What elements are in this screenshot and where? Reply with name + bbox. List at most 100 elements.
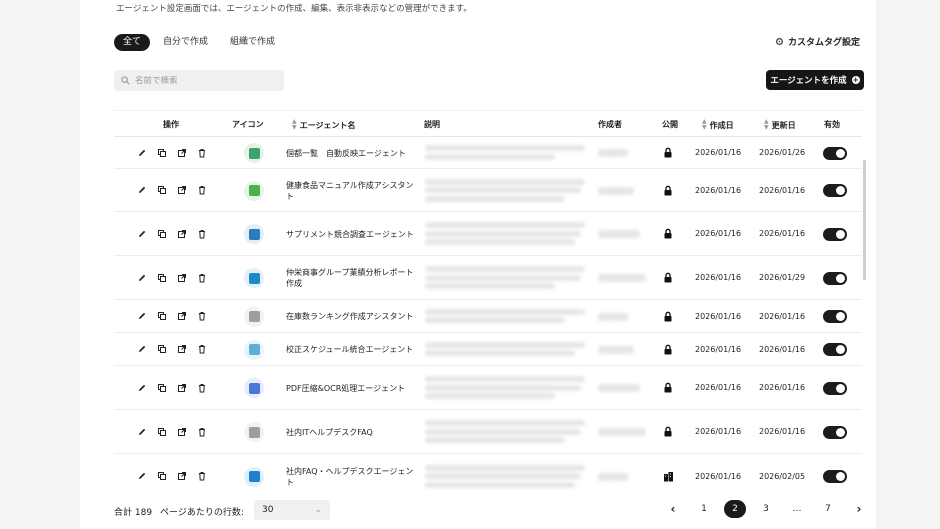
copy-icon[interactable] [156,272,167,283]
description-redacted [425,178,585,185]
agent-name: 在庫数ランキング作成アシスタント [286,312,414,321]
filter-tab-all[interactable]: 全て [114,34,151,51]
copy-icon[interactable] [156,382,167,393]
enabled-toggle[interactable] [823,227,847,241]
edit-icon[interactable] [136,311,147,322]
description-redacted [425,145,585,151]
edit-icon[interactable] [136,185,147,196]
updated-date: 2026/01/16 [759,427,806,436]
edit-icon[interactable] [136,471,147,482]
enabled-toggle[interactable] [823,271,847,285]
table-row: 社内FAQ・ヘルプデスクエージェント 2026/01/16 2026/02/05 [114,454,862,495]
agent-avatar-icon [244,378,264,398]
page-button-3[interactable]: 3 [755,500,777,518]
trash-icon[interactable] [196,272,207,283]
trash-icon[interactable] [196,344,207,355]
external-link-icon[interactable] [176,185,187,196]
edit-icon[interactable] [136,147,147,158]
copy-icon[interactable] [156,185,167,196]
create-agent-button[interactable]: エージェントを作成 + [766,70,864,90]
trash-icon[interactable] [196,382,207,393]
edit-icon[interactable] [136,426,147,437]
description-redacted [425,464,585,471]
external-link-icon[interactable] [176,344,187,355]
updated-date: 2026/01/16 [759,185,806,195]
trash-icon[interactable] [196,228,207,239]
copy-icon[interactable] [156,311,167,322]
search-input[interactable] [135,75,275,86]
external-link-icon[interactable] [176,311,187,322]
next-page-button[interactable]: › [848,500,870,518]
updated-date: 2026/01/16 [759,229,806,238]
agent-avatar-icon [244,339,264,360]
page-description: エージェント設定画面では、エージェントの作成、編集、表示非表示などの管理ができま… [116,4,472,14]
external-link-icon[interactable] [176,147,187,158]
updated-date: 2026/02/05 [759,471,806,481]
external-link-icon[interactable] [176,471,187,482]
external-link-icon[interactable] [176,228,187,239]
edit-icon[interactable] [136,344,147,355]
copy-icon[interactable] [156,471,167,482]
copy-icon[interactable] [156,426,167,437]
enabled-toggle[interactable] [823,381,847,395]
filter-tab-mine[interactable]: 自分で作成 [154,34,217,51]
updated-date: 2026/01/16 [759,344,806,354]
copy-icon[interactable] [156,147,167,158]
enabled-toggle[interactable] [823,310,847,323]
edit-icon[interactable] [136,228,147,239]
creator-redacted [598,186,634,195]
trash-icon[interactable] [196,426,207,437]
description-redacted [425,308,585,315]
description-redacted [425,230,581,237]
external-link-icon[interactable] [176,426,187,437]
table-body: 個都一覧 自動反映エージェント 2026/01/16 2026/01/26 健康食品マ… [114,137,862,495]
rows-per-page-select[interactable]: 30 ⌄ [254,500,330,520]
agent-avatar-glyph [248,147,260,159]
trash-icon[interactable] [196,185,207,196]
created-date: 2026/01/16 [695,229,742,238]
search-box [114,70,284,91]
lock-icon [663,228,673,239]
external-link-icon[interactable] [176,272,187,283]
enabled-toggle[interactable] [823,343,847,356]
edit-icon[interactable] [136,272,147,283]
agent-avatar-icon [244,466,264,487]
filter-tab-org[interactable]: 組織で作成 [221,34,284,51]
updated-date: 2026/01/16 [759,311,806,321]
prev-page-button[interactable]: ‹ [662,500,684,518]
sort-icon: ▲ ▼ [764,118,769,131]
right-gutter [876,0,940,529]
copy-icon[interactable] [156,228,167,239]
agent-name: 社内FAQ・ヘルプデスクエージェント [286,466,414,487]
page-button-1[interactable]: 1 [693,500,715,518]
external-link-icon[interactable] [176,382,187,393]
page-button-2[interactable]: 2 [724,500,746,518]
enabled-toggle[interactable] [823,470,847,483]
description-redacted [425,222,585,228]
row-actions [136,426,207,437]
created-date: 2026/01/16 [695,344,742,354]
enabled-toggle[interactable] [823,425,847,439]
pagination: ‹ 1 2 3 … 7 › [662,500,879,518]
description-redacted [425,420,585,426]
enabled-toggle[interactable] [823,184,847,197]
column-header-updated[interactable]: ▲ ▼ 更新日 [764,119,796,131]
creator-redacted [598,428,646,436]
trash-icon[interactable] [196,311,207,322]
page-button-7[interactable]: 7 [817,500,839,518]
table-scrollbar[interactable] [863,160,866,280]
enabled-toggle[interactable] [823,146,847,160]
custom-tag-settings-button[interactable]: カスタムタグ設定 [775,35,860,48]
trash-icon[interactable] [196,147,207,158]
creator-redacted [598,345,634,354]
trash-icon[interactable] [196,471,207,482]
lock-icon [663,344,673,355]
column-header-name[interactable]: ▲ ▼ エージェント名 [292,119,355,131]
edit-icon[interactable] [136,382,147,393]
search-icon [121,76,130,85]
description-redacted [425,428,581,435]
left-gutter [0,0,80,529]
agent-avatar-glyph [248,382,260,394]
copy-icon[interactable] [156,344,167,355]
column-header-created[interactable]: ▲ ▼ 作成日 [702,119,734,131]
